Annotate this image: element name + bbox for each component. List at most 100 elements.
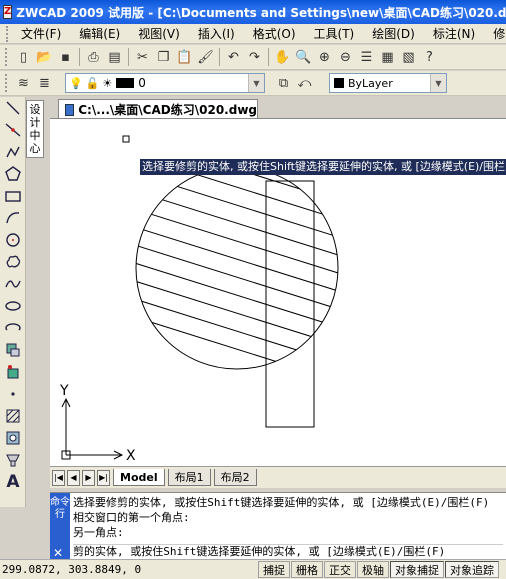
menu-format[interactable]: 格式(O)	[244, 25, 305, 42]
rectangle-entity[interactable]	[265, 180, 315, 428]
region-tool-icon[interactable]	[0, 427, 26, 449]
zoom-window-icon[interactable]: ⊕	[314, 47, 335, 67]
preview-icon[interactable]: ▤	[104, 47, 125, 67]
ucs-icon	[61, 397, 124, 460]
point-tool-icon[interactable]	[0, 383, 26, 405]
last-tab-icon[interactable]: ▶|	[97, 469, 110, 486]
pan-icon[interactable]: ✋	[272, 47, 293, 67]
polygon-tool-icon[interactable]	[0, 163, 26, 185]
cursor-coordinates: 299.0872, 303.8849, 0	[2, 563, 142, 576]
ucs-x-label: X	[126, 448, 136, 464]
layer-freeze-icon[interactable]: ☀	[102, 77, 112, 90]
layout-tabs-bar: |◀ ◀ ▶ ▶| Model 布局1 布局2	[50, 466, 506, 488]
menu-file[interactable]: 文件(F)	[12, 25, 70, 42]
draw-toolbar: A	[0, 97, 26, 507]
design-center-tab[interactable]: 设计中心	[26, 100, 44, 158]
grid-toggle[interactable]: 栅格	[291, 561, 323, 578]
hatch-tool-icon[interactable]	[0, 405, 26, 427]
menu-edit[interactable]: 编辑(E)	[70, 25, 129, 42]
layer-lock-icon[interactable]: 🔓	[86, 77, 100, 90]
command-input[interactable]: 剪的实体, 或按住Shift键选择要延伸的实体, 或 [边缘模式(E)/围栏(F…	[73, 544, 503, 559]
ellipse-tool-icon[interactable]	[0, 295, 26, 317]
ellipse-arc-tool-icon[interactable]	[0, 317, 26, 339]
command-history-line: 选择要修剪的实体, 或按住Shift键选择要延伸的实体, 或 [边缘模式(E)/…	[73, 496, 490, 509]
undo-icon[interactable]: ↶	[223, 47, 244, 67]
snap-toggle[interactable]: 捕捉	[258, 561, 290, 578]
ucs-y-label: Y	[59, 383, 69, 399]
circle-tool-icon[interactable]	[0, 229, 26, 251]
command-history: 选择要修剪的实体, 或按住Shift键选择要延伸的实体, 或 [边缘模式(E)/…	[73, 495, 503, 540]
zoom-realtime-icon[interactable]: 🔍	[293, 47, 314, 67]
arc-tool-icon[interactable]	[0, 207, 26, 229]
otrack-toggle[interactable]: 对象追踪	[445, 561, 499, 578]
chevron-down-icon[interactable]: ▼	[248, 74, 264, 92]
save-icon[interactable]: ▪	[55, 47, 76, 67]
polyline-tool-icon[interactable]	[0, 141, 26, 163]
open-folder-icon[interactable]: 📂	[34, 47, 55, 67]
grip-marker	[122, 135, 130, 143]
first-tab-icon[interactable]: |◀	[52, 469, 65, 486]
xline-tool-icon[interactable]	[0, 119, 26, 141]
app-icon: Z	[3, 5, 13, 19]
command-line-panel: 命令行 ✕ 选择要修剪的实体, 或按住Shift键选择要延伸的实体, 或 [边缘…	[50, 492, 506, 560]
layer-state-icon[interactable]: ≣	[34, 73, 55, 93]
toolbar-grip	[5, 48, 9, 66]
cut-icon[interactable]: ✂	[132, 47, 153, 67]
tab-model[interactable]: Model	[113, 469, 165, 486]
zoom-previous-icon[interactable]: ⊖	[335, 47, 356, 67]
chevron-down-icon[interactable]: ▼	[430, 74, 446, 92]
make-block-icon[interactable]	[0, 361, 26, 383]
linetype-value: ByLayer	[348, 76, 393, 90]
circle-entity[interactable]	[135, 166, 339, 370]
menu-tools[interactable]: 工具(T)	[305, 25, 364, 42]
print-icon[interactable]: ⎙	[83, 47, 104, 67]
table-tool-icon[interactable]	[0, 449, 26, 471]
design-center-icon[interactable]: ▦	[377, 47, 398, 67]
redo-icon[interactable]: ↷	[244, 47, 265, 67]
command-history-line: 相交窗口的第一个角点:	[73, 511, 190, 524]
menu-modify[interactable]: 修改(M)	[484, 25, 506, 42]
menu-insert[interactable]: 插入(I)	[189, 25, 244, 42]
linetype-dropdown[interactable]: ByLayer ▼	[329, 73, 447, 93]
layer-dropdown[interactable]: 💡 🔓 ☀ 0 ▼	[65, 73, 265, 93]
menu-draw[interactable]: 绘图(D)	[363, 25, 424, 42]
prev-tab-icon[interactable]: ◀	[67, 469, 80, 486]
command-line-handle[interactable]: 命令行 ✕	[50, 493, 70, 560]
toolbar-separator	[219, 48, 220, 66]
revision-cloud-tool-icon[interactable]	[0, 251, 26, 273]
next-tab-icon[interactable]: ▶	[82, 469, 95, 486]
tab-layout1[interactable]: 布局1	[167, 469, 211, 486]
layer-previous-icon[interactable]: ⤺	[294, 73, 315, 93]
match-properties-icon[interactable]: 🖌	[195, 47, 216, 67]
close-icon[interactable]: ✕	[53, 547, 63, 559]
polar-toggle[interactable]: 极轴	[357, 561, 389, 578]
ortho-toggle[interactable]: 正交	[324, 561, 356, 578]
menu-dimension[interactable]: 标注(N)	[424, 25, 484, 42]
menu-view[interactable]: 视图(V)	[129, 25, 189, 42]
menu-grip	[6, 25, 8, 42]
help-icon[interactable]: ?	[419, 47, 440, 67]
copy-icon[interactable]: ❐	[153, 47, 174, 67]
layer-manager-icon[interactable]: ≋	[13, 73, 34, 93]
menu-bar: 文件(F) 编辑(E) 视图(V) 插入(I) 格式(O) 工具(T) 绘图(D…	[0, 24, 506, 44]
drawing-canvas[interactable]: Y X 选择要修剪的实体, 或按住Shift键选择要延伸的实体, 或 [边缘模式…	[50, 118, 506, 466]
paste-icon[interactable]: 📋	[174, 47, 195, 67]
spline-tool-icon[interactable]	[0, 273, 26, 295]
toolbar-separator	[268, 48, 269, 66]
rectangle-tool-icon[interactable]	[0, 185, 26, 207]
layer-on-icon[interactable]: 💡	[69, 77, 83, 90]
insert-block-icon[interactable]	[0, 339, 26, 361]
line-tool-icon[interactable]	[0, 97, 26, 119]
properties-icon[interactable]: ☰	[356, 47, 377, 67]
new-file-icon[interactable]: ▯	[13, 47, 34, 67]
make-current-layer-icon[interactable]: ⧉	[273, 73, 294, 93]
mtext-tool-icon[interactable]: A	[0, 471, 26, 493]
tab-layout2[interactable]: 布局2	[213, 469, 257, 486]
toolbar-separator	[128, 48, 129, 66]
drawing-file-icon	[65, 103, 75, 116]
osnap-toggle[interactable]: 对象捕捉	[390, 561, 444, 578]
dynamic-prompt: 选择要修剪的实体, 或按住Shift键选择要延伸的实体, 或 [边缘模式(E)/…	[140, 159, 506, 175]
tool-palette-icon[interactable]: ▧	[398, 47, 419, 67]
command-history-line: 另一角点:	[73, 526, 124, 539]
drawing-tab[interactable]: C:\...\桌面\CAD练习\020.dwg	[58, 99, 258, 119]
